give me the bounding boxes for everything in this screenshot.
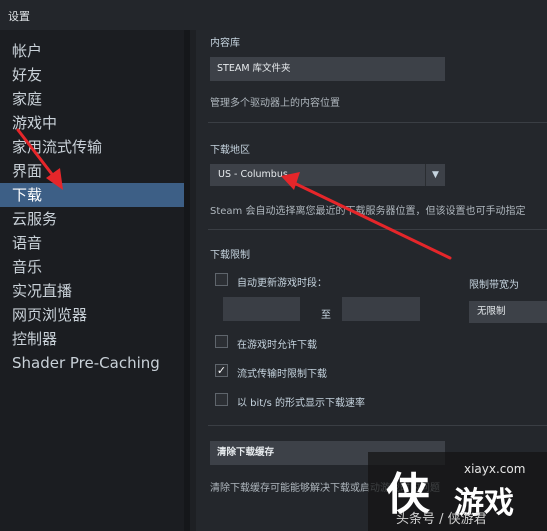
allow-download-in-game-label: 在游戏时允许下载 <box>237 340 317 351</box>
watermark-overlay: xiayx.com 侠 游戏 头条号 / 侠游君 <box>368 452 547 531</box>
throttle-while-streaming-label: 流式传输时限制下载 <box>237 369 327 380</box>
steam-library-folders-button[interactable]: STEAM 库文件夹 <box>210 57 445 81</box>
sidebar-item-in-game[interactable]: 游戏中 <box>0 111 190 135</box>
sidebar-item-home-streaming[interactable]: 家用流式传输 <box>0 135 190 159</box>
checkmark-icon: ✓ <box>216 364 227 377</box>
show-bits-per-second-checkbox[interactable] <box>215 393 228 406</box>
sidebar-item-shader-pre-caching[interactable]: Shader Pre-Caching <box>0 351 190 375</box>
time-range-to-label: 至 <box>321 310 331 321</box>
auto-update-end-time[interactable] <box>342 297 420 321</box>
bandwidth-limit-dropdown[interactable]: 无限制 <box>469 301 547 323</box>
sidebar-item-controller[interactable]: 控制器 <box>0 327 190 351</box>
download-region-dropdown[interactable]: US - Columbus ▼ <box>210 164 445 186</box>
bandwidth-limit-label: 限制带宽为 <box>469 280 519 291</box>
download-region-description: Steam 会自动选择离您最近的下载服务器位置，但该设置也可手动指定 <box>210 206 526 217</box>
window-title-bar: 设置 <box>0 0 547 30</box>
window-title: 设置 <box>8 10 30 23</box>
download-region-value: US - Columbus <box>218 169 288 180</box>
auto-update-start-time[interactable] <box>223 297 300 321</box>
bandwidth-limit-value: 无限制 <box>477 306 506 317</box>
sidebar-item-web-browser[interactable]: 网页浏览器 <box>0 303 190 327</box>
sidebar-item-broadcasting[interactable]: 实况直播 <box>0 279 190 303</box>
content-library-description: 管理多个驱动器上的内容位置 <box>210 98 340 109</box>
allow-download-in-game-checkbox[interactable] <box>215 335 228 348</box>
section-divider <box>208 122 547 123</box>
settings-sidebar: 帐户 好友 家庭 游戏中 家用流式传输 界面 下载 云服务 语音 音乐 实况直播… <box>0 30 190 531</box>
sidebar-item-interface[interactable]: 界面 <box>0 159 190 183</box>
auto-update-label: 自动更新游戏时段： <box>237 278 327 289</box>
sidebar-item-cloud[interactable]: 云服务 <box>0 207 190 231</box>
sidebar-separator <box>184 30 190 531</box>
watermark-byline: 头条号 / 侠游君 <box>396 512 487 527</box>
section-divider <box>208 425 547 426</box>
sidebar-item-voice[interactable]: 语音 <box>0 231 190 255</box>
watermark-site: xiayx.com <box>464 462 526 476</box>
chevron-down-icon[interactable]: ▼ <box>425 164 445 186</box>
throttle-while-streaming-checkbox[interactable]: ✓ <box>215 364 228 377</box>
sidebar-item-family[interactable]: 家庭 <box>0 87 190 111</box>
download-region-header: 下载地区 <box>210 145 250 156</box>
content-library-header: 内容库 <box>210 38 240 49</box>
sidebar-item-downloads[interactable]: 下载 <box>0 183 190 207</box>
show-bits-per-second-label: 以 bit/s 的形式显示下载速率 <box>237 398 365 409</box>
auto-update-checkbox[interactable] <box>215 273 228 286</box>
sidebar-item-account[interactable]: 帐户 <box>0 39 190 63</box>
sidebar-item-friends[interactable]: 好友 <box>0 63 190 87</box>
section-divider <box>208 229 547 230</box>
sidebar-item-music[interactable]: 音乐 <box>0 255 190 279</box>
download-limits-header: 下载限制 <box>210 250 250 261</box>
